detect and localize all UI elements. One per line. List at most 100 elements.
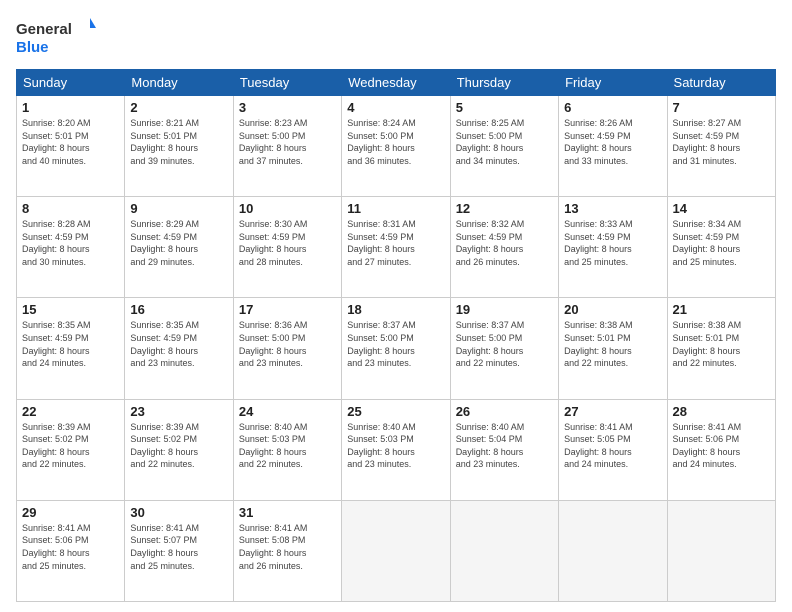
day-info: Sunrise: 8:33 AMSunset: 4:59 PMDaylight:…	[564, 218, 661, 268]
day-info: Sunrise: 8:31 AMSunset: 4:59 PMDaylight:…	[347, 218, 444, 268]
day-header-thursday: Thursday	[450, 70, 558, 96]
day-info: Sunrise: 8:41 AMSunset: 5:06 PMDaylight:…	[673, 421, 770, 471]
day-info: Sunrise: 8:37 AMSunset: 5:00 PMDaylight:…	[347, 319, 444, 369]
day-number: 18	[347, 302, 444, 317]
calendar-cell: 29 Sunrise: 8:41 AMSunset: 5:06 PMDayligh…	[17, 500, 125, 601]
day-info: Sunrise: 8:40 AMSunset: 5:03 PMDaylight:…	[347, 421, 444, 471]
day-info: Sunrise: 8:41 AMSunset: 5:07 PMDaylight:…	[130, 522, 227, 572]
calendar-cell: 4 Sunrise: 8:24 AMSunset: 5:00 PMDaylight…	[342, 96, 450, 197]
day-number: 27	[564, 404, 661, 419]
day-number: 10	[239, 201, 336, 216]
day-number: 6	[564, 100, 661, 115]
calendar-cell: 15 Sunrise: 8:35 AMSunset: 4:59 PMDayligh…	[17, 298, 125, 399]
day-number: 9	[130, 201, 227, 216]
calendar-cell: 1 Sunrise: 8:20 AMSunset: 5:01 PMDaylight…	[17, 96, 125, 197]
calendar-cell: 5 Sunrise: 8:25 AMSunset: 5:00 PMDaylight…	[450, 96, 558, 197]
day-info: Sunrise: 8:25 AMSunset: 5:00 PMDaylight:…	[456, 117, 553, 167]
day-number: 23	[130, 404, 227, 419]
day-number: 4	[347, 100, 444, 115]
day-number: 28	[673, 404, 770, 419]
day-number: 31	[239, 505, 336, 520]
day-number: 5	[456, 100, 553, 115]
day-header-saturday: Saturday	[667, 70, 775, 96]
day-number: 16	[130, 302, 227, 317]
day-info: Sunrise: 8:27 AMSunset: 4:59 PMDaylight:…	[673, 117, 770, 167]
day-info: Sunrise: 8:29 AMSunset: 4:59 PMDaylight:…	[130, 218, 227, 268]
calendar-cell: 16 Sunrise: 8:35 AMSunset: 4:59 PMDayligh…	[125, 298, 233, 399]
day-number: 30	[130, 505, 227, 520]
day-info: Sunrise: 8:41 AMSunset: 5:06 PMDaylight:…	[22, 522, 119, 572]
day-header-monday: Monday	[125, 70, 233, 96]
day-info: Sunrise: 8:23 AMSunset: 5:00 PMDaylight:…	[239, 117, 336, 167]
calendar-cell: 14 Sunrise: 8:34 AMSunset: 4:59 PMDayligh…	[667, 197, 775, 298]
day-number: 15	[22, 302, 119, 317]
calendar-cell: 2 Sunrise: 8:21 AMSunset: 5:01 PMDaylight…	[125, 96, 233, 197]
header: General Blue	[16, 16, 776, 61]
calendar-week-3: 15 Sunrise: 8:35 AMSunset: 4:59 PMDayligh…	[17, 298, 776, 399]
calendar-cell: 22 Sunrise: 8:39 AMSunset: 5:02 PMDayligh…	[17, 399, 125, 500]
calendar-cell: 26Sunrise: 8:40 AMSunset: 5:04 PMDayligh…	[450, 399, 558, 500]
day-info: Sunrise: 8:28 AMSunset: 4:59 PMDaylight:…	[22, 218, 119, 268]
day-info: Sunrise: 8:26 AMSunset: 4:59 PMDaylight:…	[564, 117, 661, 167]
day-info: Sunrise: 8:41 AMSunset: 5:08 PMDaylight:…	[239, 522, 336, 572]
day-header-sunday: Sunday	[17, 70, 125, 96]
day-info: Sunrise: 8:24 AMSunset: 5:00 PMDaylight:…	[347, 117, 444, 167]
calendar-cell: 21 Sunrise: 8:38 AMSunset: 5:01 PMDayligh…	[667, 298, 775, 399]
page: General Blue SundayMondayTuesdayWednesda…	[0, 0, 792, 612]
calendar-cell: 3 Sunrise: 8:23 AMSunset: 5:00 PMDaylight…	[233, 96, 341, 197]
svg-text:Blue: Blue	[16, 39, 49, 56]
day-info: Sunrise: 8:40 AMSunset: 5:03 PMDaylight:…	[239, 421, 336, 471]
day-info: Sunrise: 8:21 AMSunset: 5:01 PMDaylight:…	[130, 117, 227, 167]
day-info: Sunrise: 8:34 AMSunset: 4:59 PMDaylight:…	[673, 218, 770, 268]
day-number: 14	[673, 201, 770, 216]
day-header-friday: Friday	[559, 70, 667, 96]
day-number: 25	[347, 404, 444, 419]
day-number: 1	[22, 100, 119, 115]
day-info: Sunrise: 8:36 AMSunset: 5:00 PMDaylight:…	[239, 319, 336, 369]
logo-svg: General Blue	[16, 16, 96, 61]
day-number: 2	[130, 100, 227, 115]
calendar-cell: 18 Sunrise: 8:37 AMSunset: 5:00 PMDayligh…	[342, 298, 450, 399]
calendar-cell	[342, 500, 450, 601]
calendar-cell: 9 Sunrise: 8:29 AMSunset: 4:59 PMDaylight…	[125, 197, 233, 298]
day-number: 13	[564, 201, 661, 216]
day-info: Sunrise: 8:38 AMSunset: 5:01 PMDaylight:…	[564, 319, 661, 369]
calendar-cell	[559, 500, 667, 601]
calendar-cell: 10 Sunrise: 8:30 AMSunset: 4:59 PMDayligh…	[233, 197, 341, 298]
day-number: 21	[673, 302, 770, 317]
calendar-week-2: 8 Sunrise: 8:28 AMSunset: 4:59 PMDaylight…	[17, 197, 776, 298]
logo: General Blue	[16, 16, 96, 61]
calendar-cell: 25 Sunrise: 8:40 AMSunset: 5:03 PMDayligh…	[342, 399, 450, 500]
calendar-cell: 12Sunrise: 8:32 AMSunset: 4:59 PMDayligh…	[450, 197, 558, 298]
day-info: Sunrise: 8:41 AMSunset: 5:05 PMDaylight:…	[564, 421, 661, 471]
calendar-cell: 19Sunrise: 8:37 AMSunset: 5:00 PMDayligh…	[450, 298, 558, 399]
day-info: Sunrise: 8:38 AMSunset: 5:01 PMDaylight:…	[673, 319, 770, 369]
day-number: 7	[673, 100, 770, 115]
day-number: 24	[239, 404, 336, 419]
day-number: 11	[347, 201, 444, 216]
day-number: 17	[239, 302, 336, 317]
day-info: Sunrise: 8:39 AMSunset: 5:02 PMDaylight:…	[22, 421, 119, 471]
calendar-table: SundayMondayTuesdayWednesdayThursdayFrid…	[16, 69, 776, 602]
calendar-cell: 17 Sunrise: 8:36 AMSunset: 5:00 PMDayligh…	[233, 298, 341, 399]
day-info: Sunrise: 8:20 AMSunset: 5:01 PMDaylight:…	[22, 117, 119, 167]
day-number: 19	[456, 302, 553, 317]
day-number: 3	[239, 100, 336, 115]
calendar-cell: 31 Sunrise: 8:41 AMSunset: 5:08 PMDayligh…	[233, 500, 341, 601]
svg-text:General: General	[16, 21, 72, 38]
calendar-cell: 20 Sunrise: 8:38 AMSunset: 5:01 PMDayligh…	[559, 298, 667, 399]
day-info: Sunrise: 8:35 AMSunset: 4:59 PMDaylight:…	[22, 319, 119, 369]
day-info: Sunrise: 8:39 AMSunset: 5:02 PMDaylight:…	[130, 421, 227, 471]
day-info: Sunrise: 8:35 AMSunset: 4:59 PMDaylight:…	[130, 319, 227, 369]
day-number: 26	[456, 404, 553, 419]
calendar-cell: 8 Sunrise: 8:28 AMSunset: 4:59 PMDaylight…	[17, 197, 125, 298]
calendar-cell: 11 Sunrise: 8:31 AMSunset: 4:59 PMDayligh…	[342, 197, 450, 298]
day-number: 8	[22, 201, 119, 216]
day-number: 20	[564, 302, 661, 317]
day-info: Sunrise: 8:30 AMSunset: 4:59 PMDaylight:…	[239, 218, 336, 268]
calendar-cell: 23 Sunrise: 8:39 AMSunset: 5:02 PMDayligh…	[125, 399, 233, 500]
calendar-cell: 13 Sunrise: 8:33 AMSunset: 4:59 PMDayligh…	[559, 197, 667, 298]
day-number: 29	[22, 505, 119, 520]
calendar-cell	[450, 500, 558, 601]
day-number: 22	[22, 404, 119, 419]
